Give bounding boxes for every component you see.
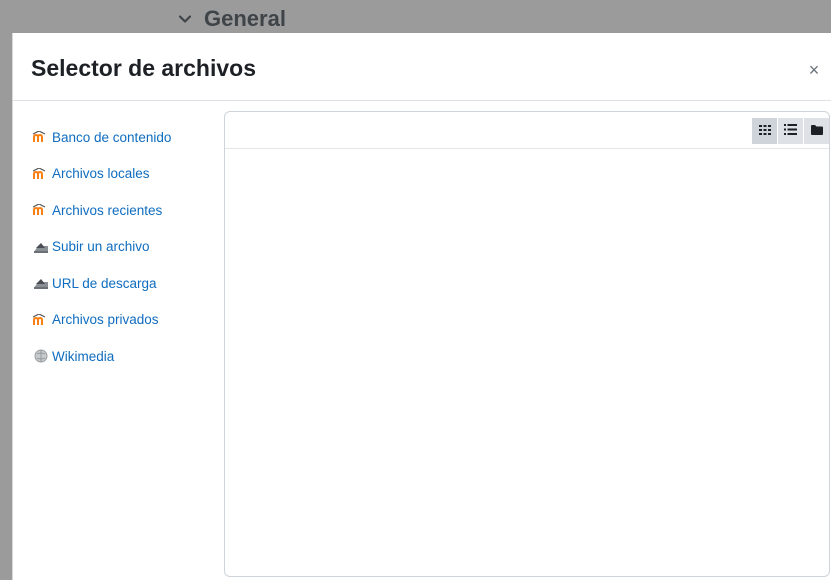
page-backdrop: [0, 0, 831, 33]
moodle-icon: [33, 312, 49, 328]
dialog-body: Banco de contenido Archivos locales Arch…: [13, 101, 831, 579]
icons-view-button[interactable]: [752, 118, 777, 144]
repository-label: Subir un archivo: [52, 239, 150, 255]
repository-item-upload[interactable]: Subir un archivo: [33, 229, 171, 266]
wikimedia-icon: [33, 348, 49, 364]
background-section-title: General: [204, 6, 286, 31]
dialog-title: Selector de archivos: [31, 55, 256, 81]
file-picker-dialog: Selector de archivos × Banco de contenid…: [12, 33, 831, 580]
view-mode-toolbar: [752, 118, 829, 144]
upload-icon: [33, 239, 49, 255]
repository-item-content-bank[interactable]: Banco de contenido: [33, 119, 171, 156]
grid-icon: [758, 122, 771, 140]
repository-item-local-files[interactable]: Archivos locales: [33, 156, 171, 193]
repository-item-recent-files[interactable]: Archivos recientes: [33, 192, 171, 229]
moodle-icon: [33, 129, 49, 145]
list-icon: [784, 122, 797, 140]
tree-view-button[interactable]: [804, 118, 829, 144]
repository-label: Wikimedia: [52, 348, 115, 364]
upload-icon: [33, 275, 49, 291]
repository-label: Archivos locales: [52, 166, 150, 182]
close-button[interactable]: ×: [805, 61, 823, 79]
repository-label: Archivos recientes: [52, 202, 163, 218]
moodle-icon: [33, 202, 49, 218]
dialog-header: Selector de archivos ×: [13, 33, 831, 101]
repository-list: Banco de contenido Archivos locales Arch…: [33, 119, 171, 375]
repository-label: URL de descarga: [52, 275, 157, 291]
chevron-down-icon: [178, 12, 192, 26]
repository-item-url-download[interactable]: URL de descarga: [33, 265, 171, 302]
repository-label: Banco de contenido: [52, 129, 172, 145]
repository-item-wikimedia[interactable]: Wikimedia: [33, 338, 171, 375]
background-section-header: General: [178, 7, 286, 31]
moodle-icon: [33, 166, 49, 182]
file-browser-panel: [224, 111, 830, 577]
file-listing-area: [225, 148, 829, 576]
repository-item-private-files[interactable]: Archivos privados: [33, 302, 171, 339]
folder-icon: [810, 122, 823, 140]
repository-label: Archivos privados: [52, 312, 159, 328]
page-backdrop-left: [0, 0, 12, 580]
list-view-button[interactable]: [778, 118, 803, 144]
